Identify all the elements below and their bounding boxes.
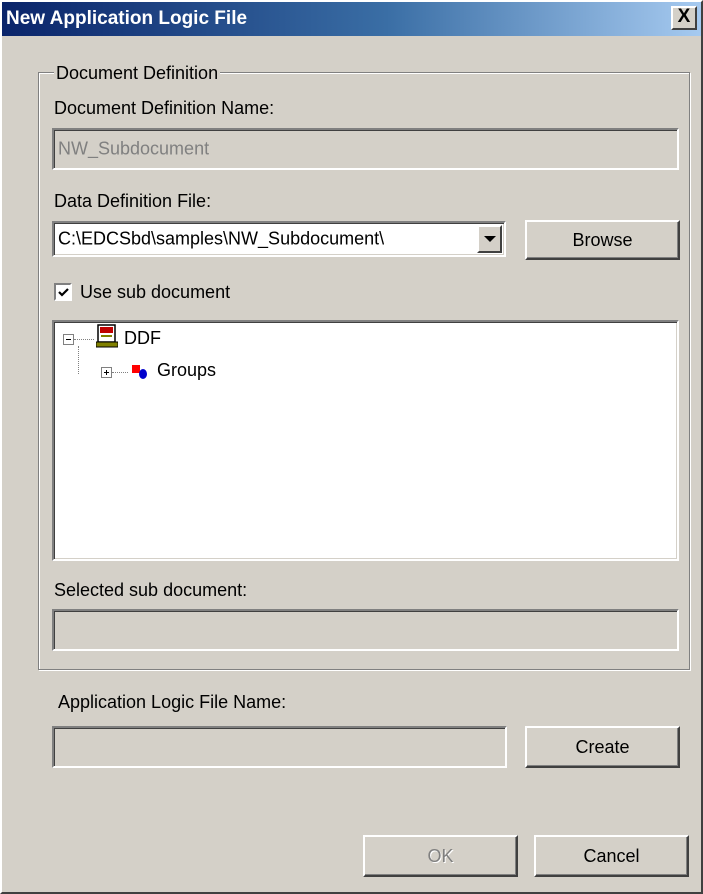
selected-sub-document-field[interactable] bbox=[52, 609, 679, 651]
data-definition-file-value: C:\EDCSbd\samples\NW_Subdocument\ bbox=[58, 228, 385, 249]
groups-icon bbox=[132, 365, 147, 379]
title-bar[interactable]: New Application Logic File X bbox=[2, 2, 701, 36]
use-sub-document-label[interactable]: Use sub document bbox=[80, 282, 230, 303]
document-definition-name-field[interactable]: NW_Subdocument bbox=[52, 128, 679, 170]
chevron-down-icon[interactable] bbox=[477, 225, 502, 253]
sub-document-tree[interactable]: DDF Groups bbox=[52, 320, 679, 561]
tree-item-groups-label[interactable]: Groups bbox=[157, 360, 216, 381]
application-logic-file-name-field[interactable] bbox=[52, 726, 507, 768]
checkmark-icon bbox=[58, 288, 69, 297]
collapse-icon[interactable] bbox=[63, 334, 74, 345]
document-definition-group-label: Document Definition bbox=[54, 63, 221, 84]
tree-connector bbox=[112, 372, 128, 373]
close-button[interactable]: X bbox=[671, 6, 697, 30]
use-sub-document-checkbox[interactable] bbox=[54, 283, 72, 301]
data-definition-file-label: Data Definition File: bbox=[54, 191, 212, 211]
selected-sub-document-label: Selected sub document: bbox=[54, 580, 248, 600]
cancel-button[interactable]: Cancel bbox=[534, 835, 689, 877]
ddf-document-icon bbox=[96, 324, 118, 348]
data-definition-file-combo[interactable]: C:\EDCSbd\samples\NW_Subdocument\ bbox=[52, 221, 506, 257]
tree-connector bbox=[78, 346, 79, 374]
document-definition-name-label: Document Definition Name: bbox=[54, 98, 275, 118]
tree-connector bbox=[74, 339, 94, 340]
application-logic-file-name-label: Application Logic File Name: bbox=[58, 692, 287, 712]
expand-icon[interactable] bbox=[101, 367, 112, 378]
document-definition-name-value: NW_Subdocument bbox=[58, 138, 210, 159]
browse-button[interactable]: Browse bbox=[525, 220, 680, 260]
new-application-logic-file-dialog: New Application Logic File X Document De… bbox=[0, 0, 703, 894]
create-button[interactable]: Create bbox=[525, 726, 680, 768]
ok-button[interactable]: OK bbox=[363, 835, 518, 877]
window-title: New Application Logic File bbox=[6, 8, 248, 29]
tree-item-ddf-label[interactable]: DDF bbox=[124, 328, 161, 349]
